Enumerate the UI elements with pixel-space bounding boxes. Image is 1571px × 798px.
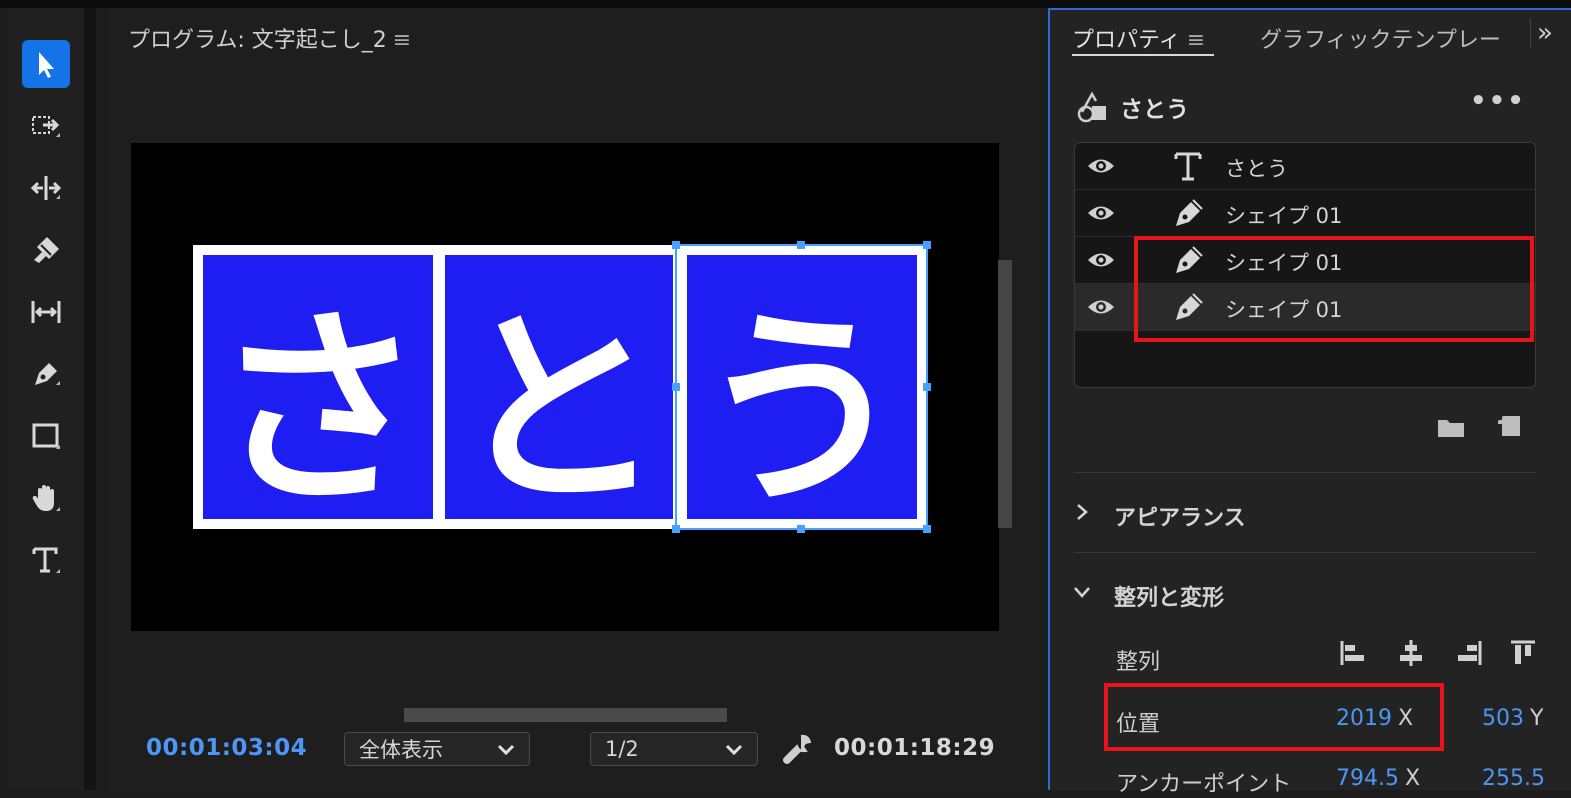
razor-tool[interactable] [22, 226, 70, 274]
slip-tool[interactable] [22, 288, 70, 336]
rectangle-tool[interactable] [22, 412, 70, 460]
section-divider [1074, 472, 1536, 473]
anchor-y-value: 255.5 [1482, 766, 1545, 791]
pen-icon [35, 363, 60, 385]
align-transform-section-header[interactable]: 整列と変形 [1072, 580, 1224, 612]
eye-icon[interactable] [1085, 246, 1117, 274]
text-icon [1174, 152, 1202, 181]
align-top-icon[interactable] [1508, 638, 1538, 668]
duration-timecode: 00:01:18:29 [834, 735, 996, 761]
appearance-section-header[interactable]: アピアランス [1072, 500, 1246, 532]
video-canvas[interactable]: さ と う [131, 143, 999, 631]
tools-panel [8, 8, 96, 790]
zoom-level-dropdown[interactable]: 全体表示 [344, 732, 530, 766]
pen-icon [1176, 199, 1203, 226]
highlight-box-position [1104, 683, 1444, 751]
layer-name: さとう [1225, 157, 1288, 181]
type-tool[interactable] [22, 536, 70, 584]
tab-properties-label: プロパティ [1072, 28, 1181, 53]
tab-properties[interactable]: プロパティ ≡ [1072, 22, 1205, 54]
active-tab-indicator [1072, 54, 1214, 56]
program-monitor-title[interactable]: プログラム: 文字起こし_2 ≡ [128, 22, 411, 54]
align-transform-section-label: 整列と変形 [1114, 586, 1225, 611]
chevron-right-icon [1077, 504, 1088, 520]
track-select-tool[interactable] [22, 102, 70, 150]
graphic-preview: さ と う [193, 241, 931, 533]
anchor-x-value: 794.5 [1336, 766, 1399, 791]
align-left-icon[interactable] [1338, 638, 1368, 668]
wrench-icon[interactable] [780, 732, 814, 766]
more-tabs-button[interactable]: » [1530, 18, 1553, 48]
anchor-x-field[interactable]: 794.5 X [1336, 766, 1420, 791]
x-axis-label: X [1404, 766, 1421, 791]
vertical-scrollbar[interactable] [998, 260, 1012, 528]
tab-essential-graphics[interactable]: グラフィックテンプレー [1260, 22, 1501, 54]
layer-row[interactable]: シェイプ 01 [1075, 190, 1535, 237]
shape-text-object-icon [1077, 91, 1106, 123]
panel-menu-icon[interactable]: ≡ [1187, 28, 1205, 53]
layer-row[interactable]: さとう [1075, 143, 1535, 190]
slip-icon [31, 301, 61, 323]
resolution-label: 1/2 [605, 737, 639, 761]
current-timecode[interactable]: 00:01:03:04 [146, 735, 307, 761]
char-sa: さ [213, 288, 423, 533]
pen-tool[interactable] [22, 350, 70, 398]
selection-tool[interactable] [22, 40, 70, 88]
selected-object-name: さとう [1120, 97, 1189, 123]
zoom-level-label: 全体表示 [359, 738, 443, 762]
hand-icon [32, 485, 60, 511]
horizontal-scrollbar[interactable] [404, 708, 727, 722]
panel-menu-icon[interactable]: ≡ [393, 28, 411, 53]
type-icon [32, 547, 60, 573]
hand-tool[interactable] [22, 474, 70, 522]
more-options-button[interactable]: ••• [1470, 86, 1526, 116]
chevron-down-icon [497, 744, 515, 756]
properties-panel: プロパティ ≡ グラフィックテンプレー » さとう ••• さとう シェイプ 01… [1048, 8, 1571, 797]
char-u: う [697, 288, 907, 533]
arrow-pointer-icon [39, 52, 54, 78]
char-to: と [454, 288, 664, 533]
anchor-y-field[interactable]: 255.5 [1482, 766, 1545, 791]
new-layer-icon[interactable] [1496, 412, 1522, 440]
align-right-icon[interactable] [1454, 638, 1484, 668]
eye-icon[interactable] [1085, 293, 1117, 321]
align-label: 整列 [1116, 650, 1161, 675]
ripple-edit-tool[interactable] [22, 164, 70, 212]
eye-icon[interactable] [1085, 152, 1117, 180]
section-divider [1074, 552, 1536, 553]
top-border [0, 0, 1571, 8]
appearance-section-label: アピアランス [1114, 506, 1246, 531]
align-center-icon[interactable] [1396, 638, 1426, 668]
layer-name: シェイプ 01 [1225, 204, 1343, 228]
rectangle-icon [32, 423, 60, 449]
position-y-value: 503 [1482, 706, 1524, 731]
anchor-point-label: アンカーポイント [1116, 772, 1292, 797]
chevron-down-icon [1074, 587, 1090, 598]
folder-icon[interactable] [1436, 414, 1466, 440]
track-select-icon [32, 116, 60, 137]
highlight-box-shape-layers [1134, 236, 1534, 342]
razor-icon [34, 237, 59, 263]
program-title-text: プログラム: 文字起こし_2 [128, 28, 387, 53]
position-y-field[interactable]: 503 Y [1482, 706, 1543, 731]
playback-resolution-dropdown[interactable]: 1/2 [590, 732, 758, 766]
eye-icon[interactable] [1085, 199, 1117, 227]
y-axis-label: Y [1530, 706, 1544, 731]
program-monitor: プログラム: 文字起こし_2 ≡ さ と う 00:01:03:04 全体表示 1… [108, 8, 1040, 790]
chevron-down-icon [725, 744, 743, 756]
ripple-edit-icon [30, 176, 62, 200]
